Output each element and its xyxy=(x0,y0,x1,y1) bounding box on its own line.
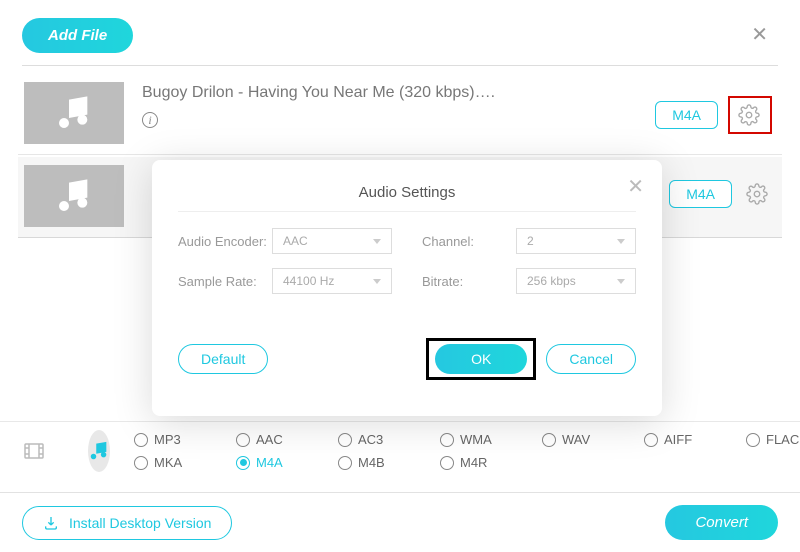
encoder-select[interactable]: AAC xyxy=(272,228,392,254)
format-radio-mka[interactable]: MKA xyxy=(134,455,194,470)
audio-thumb xyxy=(24,82,124,144)
bitrate-label: Bitrate: xyxy=(422,274,516,289)
format-radio-m4b[interactable]: M4B xyxy=(338,455,398,470)
chevron-down-icon xyxy=(617,279,625,284)
audio-thumb xyxy=(24,165,124,227)
format-radio-mp3[interactable]: MP3 xyxy=(134,432,194,447)
format-radio-ac3[interactable]: AC3 xyxy=(338,432,398,447)
format-button[interactable]: M4A xyxy=(655,101,718,129)
format-radio-aiff[interactable]: AIFF xyxy=(644,432,704,447)
close-icon[interactable]: ✕ xyxy=(627,174,644,199)
convert-button[interactable]: Convert xyxy=(665,505,778,540)
download-icon xyxy=(43,515,59,531)
footer: Install Desktop Version Convert xyxy=(0,492,800,552)
format-radio-aac[interactable]: AAC xyxy=(236,432,296,447)
chevron-down-icon xyxy=(617,239,625,244)
gear-icon[interactable] xyxy=(742,179,772,209)
audio-tab-icon[interactable] xyxy=(88,430,110,472)
format-radio-wma[interactable]: WMA xyxy=(440,432,500,447)
install-label: Install Desktop Version xyxy=(69,515,211,531)
info-icon[interactable]: i xyxy=(142,112,158,128)
default-button[interactable]: Default xyxy=(178,344,268,374)
encoder-label: Audio Encoder: xyxy=(178,234,272,249)
close-icon[interactable]: ✕ xyxy=(741,18,778,51)
cancel-button[interactable]: Cancel xyxy=(546,344,636,374)
channel-select[interactable]: 2 xyxy=(516,228,636,254)
chevron-down-icon xyxy=(373,239,381,244)
chevron-down-icon xyxy=(373,279,381,284)
add-file-button[interactable]: Add File xyxy=(22,18,133,53)
sample-rate-label: Sample Rate: xyxy=(178,274,272,289)
format-radio-wav[interactable]: WAV xyxy=(542,432,602,447)
gear-icon[interactable] xyxy=(734,100,764,130)
file-row: Bugoy Drilon - Having You Near Me (320 k… xyxy=(18,74,782,155)
file-title: Bugoy Drilon - Having You Near Me (320 k… xyxy=(142,84,655,102)
format-button[interactable]: M4A xyxy=(669,180,732,208)
audio-settings-modal: ✕ Audio Settings Audio Encoder: AAC Chan… xyxy=(152,160,662,416)
modal-title: Audio Settings xyxy=(178,178,636,212)
format-radio-flac[interactable]: FLAC xyxy=(746,432,800,447)
format-bar: MP3 AAC AC3 WMA WAV AIFF FLAC MKA M4A M4… xyxy=(0,421,800,488)
format-radio-m4a[interactable]: M4A xyxy=(236,455,296,470)
sample-rate-select[interactable]: 44100 Hz xyxy=(272,268,392,294)
ok-button[interactable]: OK xyxy=(435,344,527,374)
install-desktop-button[interactable]: Install Desktop Version xyxy=(22,506,232,540)
settings-highlight xyxy=(728,96,772,134)
bitrate-select[interactable]: 256 kbps xyxy=(516,268,636,294)
ok-highlight: OK xyxy=(426,338,536,380)
format-radio-m4r[interactable]: M4R xyxy=(440,455,500,470)
channel-label: Channel: xyxy=(422,234,516,249)
video-tab-icon[interactable] xyxy=(22,430,46,472)
